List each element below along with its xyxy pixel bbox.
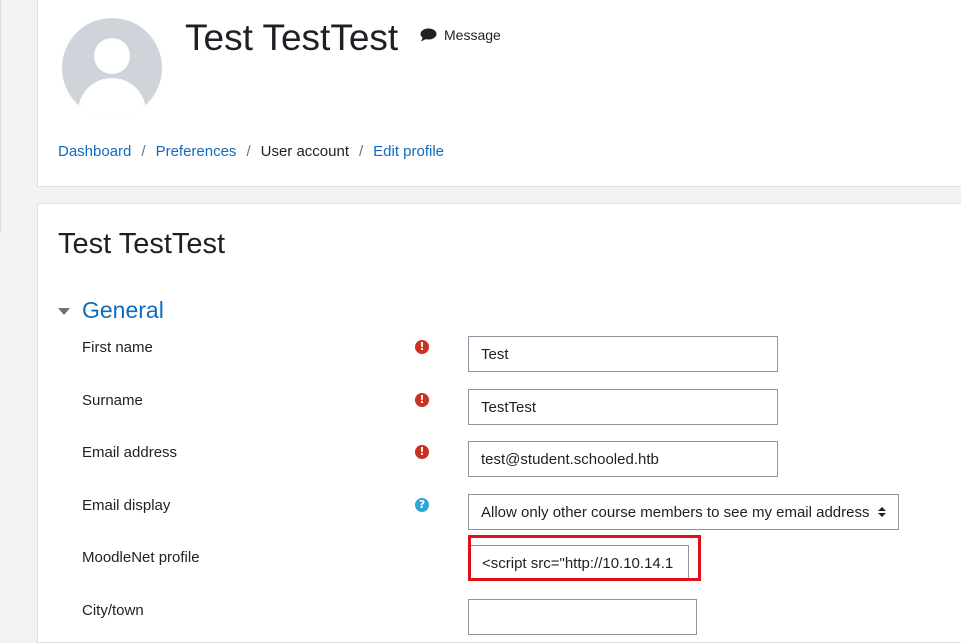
required-icon[interactable]: ! bbox=[415, 445, 429, 459]
first-name-label: First name bbox=[82, 339, 153, 356]
chat-bubble-icon bbox=[420, 28, 437, 42]
email-field[interactable] bbox=[468, 441, 778, 477]
drawer-edge bbox=[0, 0, 1, 232]
page-header: Test TestTest Message Dashboard / Prefer… bbox=[37, 0, 961, 187]
select-arrows-icon bbox=[878, 507, 886, 517]
breadcrumb-separator: / bbox=[141, 143, 146, 160]
red-highlight-box bbox=[468, 535, 701, 581]
caret-down-icon bbox=[58, 308, 70, 315]
avatar-head-shape bbox=[94, 38, 130, 74]
city-label: City/town bbox=[82, 602, 144, 619]
avatar-body-shape bbox=[78, 78, 146, 118]
breadcrumb-edit-profile[interactable]: Edit profile bbox=[373, 143, 444, 160]
city-field[interactable] bbox=[468, 599, 697, 635]
required-icon[interactable]: ! bbox=[415, 393, 429, 407]
section-general-toggle[interactable]: General bbox=[58, 297, 164, 324]
edit-profile-form: Test TestTest General First name ! Surna… bbox=[37, 203, 961, 643]
breadcrumb-dashboard[interactable]: Dashboard bbox=[58, 143, 131, 160]
breadcrumb: Dashboard / Preferences / User account /… bbox=[58, 143, 444, 160]
email-display-label: Email display bbox=[82, 497, 171, 514]
breadcrumb-preferences[interactable]: Preferences bbox=[156, 143, 237, 160]
moodlenet-profile-label: MoodleNet profile bbox=[82, 549, 200, 566]
section-general-label: General bbox=[82, 297, 164, 323]
required-icon[interactable]: ! bbox=[415, 340, 429, 354]
message-button[interactable]: Message bbox=[420, 27, 501, 43]
breadcrumb-separator: / bbox=[246, 143, 251, 160]
breadcrumb-separator: / bbox=[358, 143, 364, 160]
email-display-select[interactable]: Allow only other course members to see m… bbox=[468, 494, 899, 530]
breadcrumb-user-account: User account bbox=[260, 143, 349, 160]
user-full-name: Test TestTest bbox=[185, 17, 399, 58]
help-icon[interactable]: ? bbox=[415, 498, 429, 512]
left-drawer-strip bbox=[0, 0, 22, 627]
page-title: Test TestTest bbox=[58, 228, 226, 260]
surname-field[interactable] bbox=[468, 389, 778, 425]
surname-label: Surname bbox=[82, 392, 143, 409]
first-name-field[interactable] bbox=[468, 336, 778, 372]
avatar[interactable] bbox=[62, 18, 162, 118]
message-label: Message bbox=[444, 27, 501, 43]
email-display-selected: Allow only other course members to see m… bbox=[481, 503, 870, 521]
email-label: Email address bbox=[82, 444, 178, 461]
